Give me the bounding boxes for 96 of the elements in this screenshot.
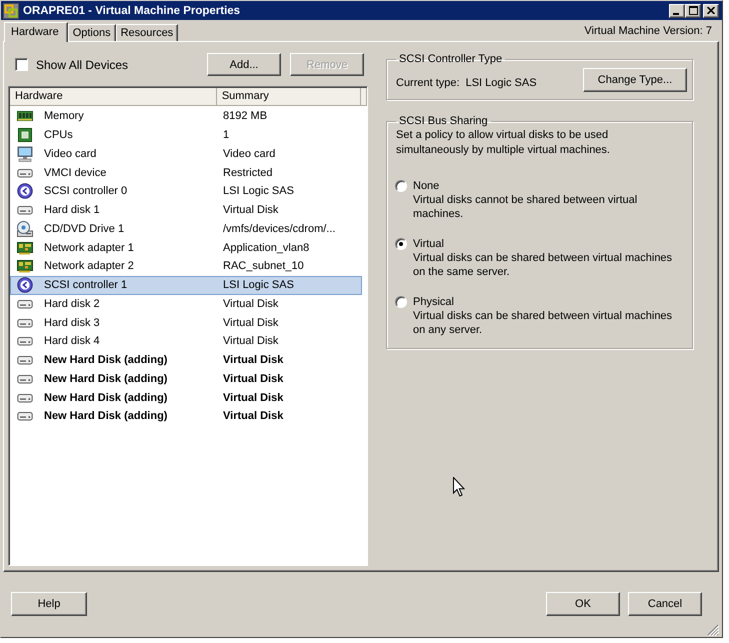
resize-grip-icon[interactable] [707, 624, 719, 636]
device-summary: 8192 MB [223, 110, 268, 122]
hardware-row[interactable]: Network adapter 2 RAC_subnet_10 [10, 257, 362, 276]
group-title: SCSI Bus Sharing [398, 115, 489, 128]
add-button[interactable]: Add... [207, 53, 281, 76]
device-summary: Virtual Disk [223, 410, 284, 422]
hardware-row[interactable]: Hard disk 1 Virtual Disk [10, 200, 362, 220]
cancel-button[interactable]: Cancel [628, 592, 702, 616]
monitor-icon [17, 146, 33, 162]
ok-button[interactable]: OK [546, 592, 620, 616]
change-type-button[interactable]: Change Type... [583, 68, 687, 92]
option-description: Virtual disks can be shared between virtual machines on any server. [413, 309, 674, 337]
hardware-row[interactable]: New Hard Disk (adding) Virtual Disk [10, 388, 362, 407]
arrow-circle-icon [17, 277, 33, 294]
policy-description: Set a policy to allow virtual disks to be used simultaneously by multiple virtual machines. [396, 128, 611, 158]
chip-icon [17, 127, 33, 144]
device-summary: Application_vlan8 [223, 242, 310, 254]
hardware-row[interactable]: CD/DVD Drive 1 /vmfs/devices/cdrom/... [10, 220, 362, 238]
device-name: Hard disk 2 [44, 298, 100, 310]
radio-button[interactable] [395, 238, 407, 250]
radio-label[interactable]: None [413, 180, 440, 192]
arrow-circle-icon [17, 183, 33, 200]
current-type-label: Current type: [396, 77, 460, 90]
group-title: SCSI Controller Type [398, 53, 504, 66]
device-summary: Virtual Disk [223, 335, 278, 348]
radio-button[interactable] [395, 180, 407, 192]
device-name: CPUs [44, 129, 73, 142]
radio-label[interactable]: Virtual [413, 238, 444, 250]
hardware-row[interactable]: SCSI controller 1 LSI Logic SAS [10, 276, 362, 294]
device-summary: Video card [223, 148, 276, 160]
network-card-icon [17, 240, 33, 256]
hardware-row[interactable]: Hard disk 3 Virtual Disk [10, 313, 362, 332]
option-description: Virtual disks cannot be shared between virtual machines. [413, 193, 638, 221]
hardware-row[interactable]: Memory 8192 MB [10, 107, 362, 126]
device-summary: Virtual Disk [223, 372, 284, 385]
device-name: CD/DVD Drive 1 [44, 222, 124, 235]
device-summary: Virtual Disk [223, 298, 278, 310]
device-name: New Hard Disk (adding) [44, 354, 168, 366]
tab[interactable]: Resources [116, 24, 178, 41]
minimize-icon [673, 12, 679, 14]
device-name: Hard disk 3 [44, 316, 100, 329]
tab[interactable]: Hardware [4, 22, 68, 42]
column-header[interactable]: Hardware [10, 88, 217, 106]
radio-label[interactable]: Physical [413, 296, 454, 308]
hardware-row[interactable]: Network adapter 1 Application_vlan8 [10, 238, 362, 257]
window-logo-icon [3, 2, 19, 18]
hardware-row[interactable]: SCSI controller 0 LSI Logic SAS [10, 182, 362, 201]
hardware-row[interactable]: Video card Video card [10, 144, 362, 164]
device-name: VMCI device [44, 166, 106, 179]
current-type-value: LSI Logic SAS [466, 77, 537, 90]
disc-drive-icon [17, 220, 33, 237]
maximize-button[interactable] [685, 4, 701, 18]
device-summary: Virtual Disk [223, 354, 284, 366]
network-card-icon [17, 258, 33, 274]
device-summary: Virtual Disk [223, 204, 278, 216]
device-name: Hard disk 4 [44, 335, 100, 348]
device-name: Network adapter 1 [44, 242, 134, 254]
hardware-row[interactable]: Hard disk 2 Virtual Disk [10, 294, 362, 314]
hardware-row[interactable]: VMCI device Restricted [10, 163, 362, 182]
device-name: New Hard Disk (adding) [44, 392, 168, 404]
hardware-row[interactable]: New Hard Disk (adding) Virtual Disk [10, 370, 362, 388]
maximize-icon [688, 6, 698, 15]
close-button[interactable] [703, 4, 719, 18]
device-summary: Virtual Disk [223, 316, 278, 329]
hardware-row[interactable]: New Hard Disk (adding) Virtual Disk [10, 350, 362, 370]
close-icon [707, 7, 715, 14]
device-summary: 1 [223, 129, 230, 142]
hardware-row[interactable]: CPUs 1 [10, 126, 362, 144]
column-header[interactable]: Summary [216, 88, 361, 106]
checkbox-label[interactable]: Show All Devices [36, 58, 128, 72]
device-name: Video card [44, 148, 96, 160]
tab[interactable]: Options [68, 24, 116, 41]
checkbox[interactable] [15, 58, 28, 71]
device-summary: LSI Logic SAS [223, 279, 294, 292]
device-name: Hard disk 1 [44, 204, 100, 216]
help-button[interactable]: Help [11, 592, 87, 616]
device-name: Network adapter 2 [44, 260, 134, 272]
device-name: SCSI controller 0 [44, 185, 128, 198]
mouse-pointer-icon [453, 477, 465, 497]
minimize-button[interactable] [669, 4, 685, 18]
radio-button[interactable] [395, 296, 407, 308]
device-name: New Hard Disk (adding) [44, 372, 168, 385]
device-summary: LSI Logic SAS [223, 185, 294, 198]
device-name: Memory [44, 110, 84, 122]
device-name: New Hard Disk (adding) [44, 410, 168, 422]
empty-column-header [361, 88, 367, 106]
device-summary: /vmfs/devices/cdrom/... [223, 222, 336, 235]
window-title: ORAPRE01 - Virtual Machine Properties [23, 4, 240, 16]
option-description: Virtual disks can be shared between virtual machines on the same server. [413, 251, 674, 279]
hardware-row[interactable]: New Hard Disk (adding) Virtual Disk [10, 407, 362, 426]
device-name: SCSI controller 1 [44, 279, 128, 292]
version-label: Virtual Machine Version: 7 [584, 24, 713, 36]
device-summary: RAC_subnet_10 [223, 260, 304, 272]
device-summary: Virtual Disk [223, 392, 284, 404]
hardware-row[interactable]: Hard disk 4 Virtual Disk [10, 332, 362, 351]
device-summary: Restricted [223, 166, 273, 179]
